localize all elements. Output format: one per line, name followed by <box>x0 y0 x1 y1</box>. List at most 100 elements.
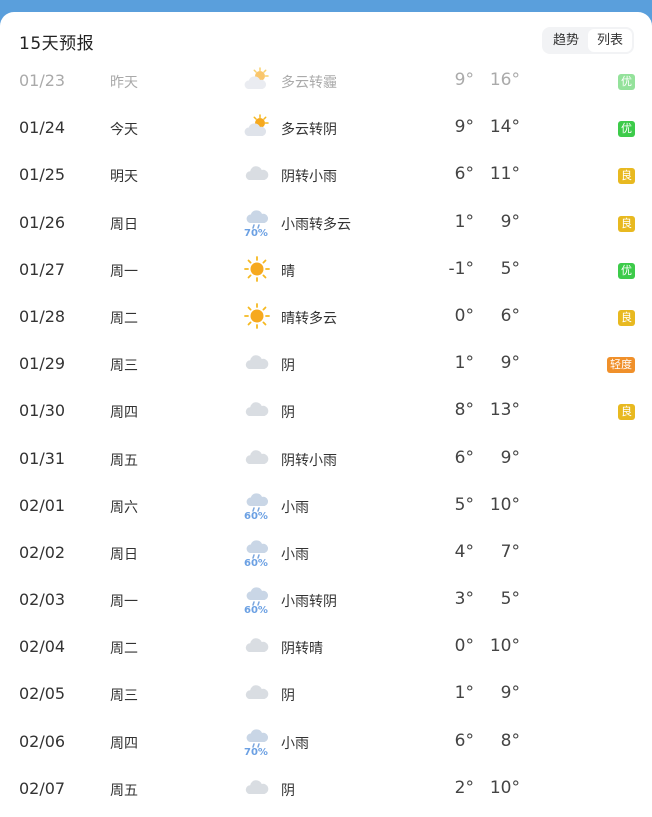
row-date: 01/28 <box>19 306 66 326</box>
row-date: 01/23 <box>19 71 66 90</box>
row-aqi-badge: 优 <box>618 262 635 279</box>
row-day: 周四 <box>110 405 138 422</box>
row-condition: 阴转小雨 <box>281 169 337 186</box>
row-low-temp: 6° <box>454 447 474 468</box>
row-low-temp: 0° <box>454 636 474 657</box>
row-condition: 多云转阴 <box>281 122 337 139</box>
row-high-temp: 13° <box>489 400 520 421</box>
row-aqi-badge: 良 <box>618 215 635 232</box>
row-low-temp: 4° <box>454 541 474 562</box>
forecast-row[interactable]: 02/05 周三 阴 1° 9° <box>0 671 652 718</box>
row-date: 02/04 <box>19 637 66 657</box>
row-condition: 阴转小雨 <box>281 452 337 469</box>
partly-cloudy-icon <box>243 113 271 143</box>
forecast-row[interactable]: 01/31 周五 阴转小雨 6° 9° <box>0 436 652 483</box>
row-day: 今天 <box>110 122 138 139</box>
row-low-temp: 0° <box>454 305 474 326</box>
row-date: 01/30 <box>19 401 66 421</box>
row-low-temp: 6° <box>454 730 474 751</box>
row-date: 01/26 <box>19 212 66 232</box>
row-day: 周日 <box>110 546 138 563</box>
row-date: 01/25 <box>19 165 66 185</box>
row-high-temp: 16° <box>489 70 520 90</box>
row-date: 01/27 <box>19 259 66 279</box>
forecast-row[interactable]: 01/30 周四 阴 8° 13° 良 <box>0 388 652 435</box>
forecast-row[interactable]: 02/06 周四 70% 小雨 6° 8° <box>0 719 652 766</box>
rain-probability: 70% <box>244 746 268 758</box>
row-aqi-badge: 轻度 <box>607 357 635 374</box>
sun-icon <box>243 255 271 285</box>
row-day: 周二 <box>110 641 138 658</box>
rain-probability: 60% <box>244 557 268 569</box>
partly-cloudy-icon <box>243 66 271 96</box>
row-low-temp: 2° <box>454 777 474 798</box>
row-date: 01/24 <box>19 118 66 138</box>
forecast-row[interactable]: 02/04 周二 阴转晴 0° 10° <box>0 624 652 671</box>
row-date: 02/06 <box>19 731 66 751</box>
row-high-temp: 8° <box>500 730 520 751</box>
forecast-row[interactable]: 01/27 周一 晴 -1° 5° 优 <box>0 247 652 294</box>
row-day: 周五 <box>110 782 138 799</box>
forecast-list: 01/23 昨天 多云转霾 9° 16° 优 01/24 今天 多云转阴 9° … <box>0 58 652 813</box>
row-high-temp: 9° <box>500 447 520 468</box>
row-high-temp: 11° <box>489 164 520 185</box>
row-day: 周二 <box>110 310 138 327</box>
row-high-temp: 9° <box>500 211 520 232</box>
row-condition: 晴转多云 <box>281 310 337 327</box>
toggle-list-button[interactable]: 列表 <box>588 29 632 52</box>
forecast-row[interactable]: 02/01 周六 60% 小雨 5° 10° <box>0 483 652 530</box>
row-aqi-badge: 良 <box>618 168 635 185</box>
row-low-temp: 3° <box>454 589 474 610</box>
row-date: 02/02 <box>19 542 66 562</box>
toggle-trend-button[interactable]: 趋势 <box>544 29 588 52</box>
cloud-icon <box>243 349 271 379</box>
row-high-temp: 9° <box>500 683 520 704</box>
cloud-icon <box>243 444 271 474</box>
row-high-temp: 5° <box>500 258 520 279</box>
row-high-temp: 7° <box>500 541 520 562</box>
row-low-temp: 8° <box>454 400 474 421</box>
row-high-temp: 9° <box>500 353 520 374</box>
row-day: 昨天 <box>110 75 138 91</box>
row-condition: 小雨转多云 <box>281 216 351 233</box>
forecast-row[interactable]: 01/25 明天 阴转小雨 6° 11° 良 <box>0 152 652 199</box>
rain-icon: 70% <box>243 727 271 758</box>
forecast-row[interactable]: 01/29 周三 阴 1° 9° 轻度 <box>0 341 652 388</box>
row-aqi-badge: 良 <box>618 404 635 421</box>
forecast-row[interactable]: 02/07 周五 阴 2° 10° <box>0 766 652 813</box>
row-day: 周一 <box>110 594 138 611</box>
row-aqi-badge: 良 <box>618 309 635 326</box>
row-day: 周四 <box>110 735 138 752</box>
row-condition: 晴 <box>281 263 295 280</box>
rain-icon: 60% <box>243 491 271 522</box>
row-condition: 小雨 <box>281 499 309 516</box>
row-condition: 小雨 <box>281 735 309 752</box>
forecast-row[interactable]: 01/24 今天 多云转阴 9° 14° 优 <box>0 105 652 152</box>
row-high-temp: 10° <box>489 777 520 798</box>
row-low-temp: 9° <box>454 70 474 90</box>
forecast-row[interactable]: 02/03 周一 60% 小雨转阴 3° 5° <box>0 577 652 624</box>
row-aqi-badge: 优 <box>618 74 635 90</box>
row-day: 周三 <box>110 688 138 705</box>
cloud-icon <box>243 774 271 804</box>
forecast-row[interactable]: 01/28 周二 晴转多云 0° 6° 良 <box>0 294 652 341</box>
row-low-temp: 1° <box>454 211 474 232</box>
cloud-icon <box>243 160 271 190</box>
row-condition: 阴 <box>281 358 295 375</box>
forecast-row[interactable]: 02/02 周日 60% 小雨 4° 7° <box>0 530 652 577</box>
row-date: 02/03 <box>19 590 66 610</box>
row-high-temp: 6° <box>500 305 520 326</box>
forecast-card: 15天预报 趋势 列表 01/23 昨天 多云转霾 9° 16° 优 01/24… <box>0 12 652 817</box>
forecast-row[interactable]: 01/26 周日 70% 小雨转多云 1° 9° 良 <box>0 200 652 247</box>
row-condition: 阴 <box>281 782 295 799</box>
view-toggle: 趋势 列表 <box>542 27 634 54</box>
row-date: 02/07 <box>19 778 66 798</box>
rain-probability: 60% <box>244 605 268 617</box>
row-aqi-badge: 优 <box>618 121 635 138</box>
row-low-temp: 1° <box>454 683 474 704</box>
cloud-icon <box>243 679 271 709</box>
row-low-temp: -1° <box>448 258 474 279</box>
row-date: 01/31 <box>19 448 66 468</box>
row-condition: 阴 <box>281 688 295 705</box>
forecast-row[interactable]: 01/23 昨天 多云转霾 9° 16° 优 <box>0 58 652 105</box>
